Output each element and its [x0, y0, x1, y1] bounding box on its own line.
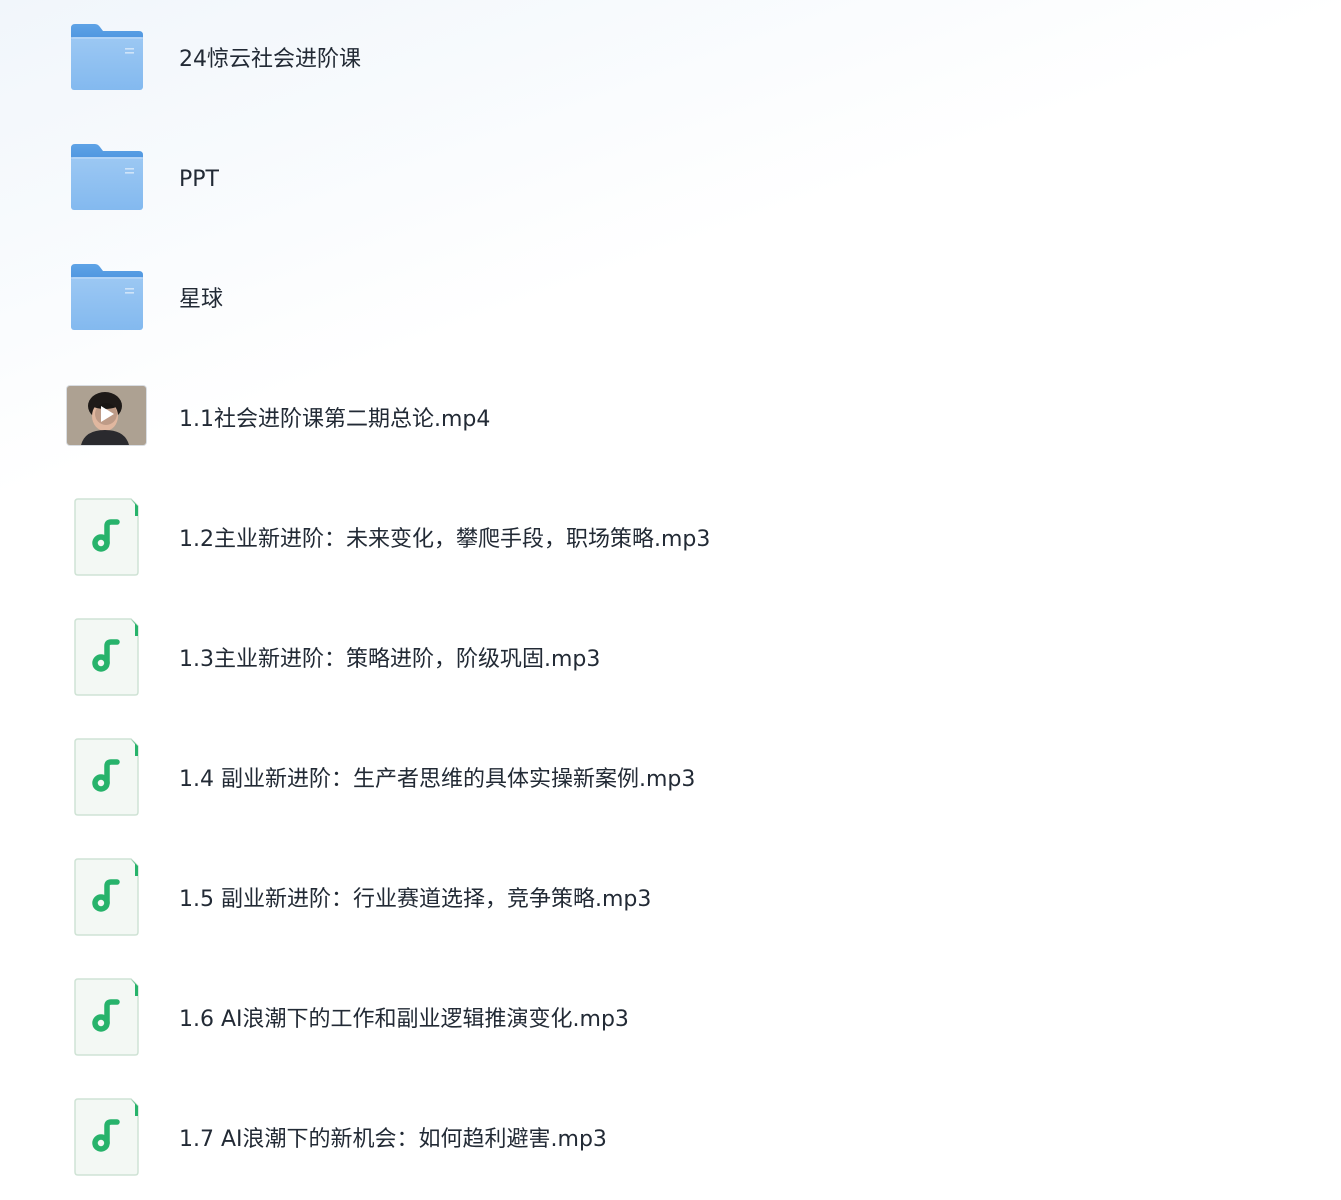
music-note-icon: [74, 858, 139, 936]
file-name[interactable]: 1.2主业新进阶：未来变化，攀爬手段，职场策略.mp3: [179, 480, 710, 600]
file-name[interactable]: 1.4 副业新进阶：生产者思维的具体实操新案例.mp3: [179, 720, 695, 840]
file-name[interactable]: 1.6 AI浪潮下的工作和副业逻辑推演变化.mp3: [179, 960, 629, 1080]
folder-icon: [71, 144, 143, 210]
file-row-audio[interactable]: 1.4 副业新进阶：生产者思维的具体实操新案例.mp3: [0, 720, 1341, 840]
file-name[interactable]: 1.7 AI浪潮下的新机会：如何趋利避害.mp3: [179, 1080, 607, 1200]
video-thumbnail: [67, 386, 146, 445]
file-row-folder[interactable]: 星球: [0, 240, 1341, 360]
file-name[interactable]: 1.5 副业新进阶：行业赛道选择，竞争策略.mp3: [179, 840, 651, 960]
file-row-folder[interactable]: PPT: [0, 120, 1341, 240]
music-note-icon: [74, 738, 139, 816]
music-note-icon: [74, 618, 139, 696]
file-row-audio[interactable]: 1.7 AI浪潮下的新机会：如何趋利避害.mp3: [0, 1080, 1341, 1200]
folder-icon: [71, 264, 143, 330]
file-name[interactable]: 24惊云社会进阶课: [179, 0, 361, 120]
file-name[interactable]: PPT: [179, 120, 219, 240]
file-row-audio[interactable]: 1.2主业新进阶：未来变化，攀爬手段，职场策略.mp3: [0, 480, 1341, 600]
file-row-audio[interactable]: 1.6 AI浪潮下的工作和副业逻辑推演变化.mp3: [0, 960, 1341, 1080]
file-name[interactable]: 1.1社会进阶课第二期总论.mp4: [179, 360, 490, 480]
music-note-icon: [74, 978, 139, 1056]
file-row-video[interactable]: 1.1社会进阶课第二期总论.mp4: [0, 360, 1341, 480]
music-note-icon: [74, 1098, 139, 1176]
file-name[interactable]: 1.3主业新进阶：策略进阶，阶级巩固.mp3: [179, 600, 600, 720]
file-row-audio[interactable]: 1.3主业新进阶：策略进阶，阶级巩固.mp3: [0, 600, 1341, 720]
folder-icon: [71, 24, 143, 90]
file-row-audio[interactable]: 1.5 副业新进阶：行业赛道选择，竞争策略.mp3: [0, 840, 1341, 960]
music-note-icon: [74, 498, 139, 576]
file-name[interactable]: 星球: [179, 240, 223, 360]
file-row-folder[interactable]: 24惊云社会进阶课: [0, 0, 1341, 120]
